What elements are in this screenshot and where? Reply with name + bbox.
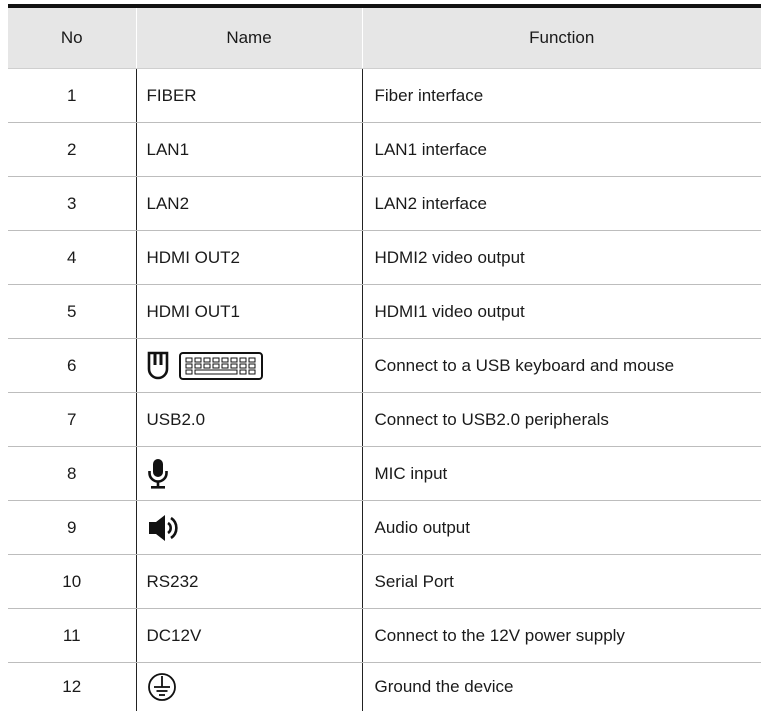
row-name: DC12V	[135, 608, 363, 663]
row-function: Connect to the 12V power supply	[362, 608, 761, 663]
header-name: Name	[135, 6, 362, 69]
row-function: HDMI1 video output	[362, 284, 761, 339]
row-number: 5	[8, 284, 136, 339]
table-row: 10 RS232 Serial Port	[8, 554, 761, 609]
row-function: LAN1 interface	[362, 122, 761, 177]
row-function: LAN2 interface	[362, 176, 761, 231]
row-function: Ground the device	[374, 677, 514, 696]
row-name-icons	[135, 500, 363, 555]
row-function: Serial Port	[362, 554, 761, 609]
table-row: 8 MIC input	[8, 446, 761, 501]
table-row: 12 Ground the device	[8, 662, 761, 711]
row-number: 4	[8, 230, 136, 285]
mouse-icon	[147, 351, 169, 381]
microphone-icon	[147, 458, 169, 490]
row-name: HDMI OUT1	[135, 284, 363, 339]
table-header-row: No Name Function	[8, 6, 761, 69]
row-number: 2	[8, 122, 136, 177]
row-name: USB2.0	[135, 392, 363, 447]
row-name-icons	[135, 338, 363, 393]
row-name-icons	[135, 446, 363, 501]
table-row: 7 USB2.0 Connect to USB2.0 peripherals	[8, 392, 761, 447]
row-function: HDMI2 video output	[362, 230, 761, 285]
table-row: 5 HDMI OUT1 HDMI1 video output	[8, 284, 761, 339]
row-name-icons	[135, 662, 363, 711]
header-no: No	[8, 6, 136, 69]
row-function: Connect to USB2.0 peripherals	[362, 392, 761, 447]
table-row: 11 DC12V Connect to the 12V power supply	[8, 608, 761, 663]
row-number: 12	[62, 677, 82, 696]
keyboard-icon	[179, 351, 264, 380]
row-number: 7	[8, 392, 136, 447]
row-name: LAN1	[135, 122, 363, 177]
row-name: LAN2	[135, 176, 363, 231]
table-row: 2 LAN1 LAN1 interface	[8, 122, 761, 177]
row-name: FIBER	[135, 68, 363, 123]
table-row: 3 LAN2 LAN2 interface	[8, 176, 761, 231]
row-function: Connect to a USB keyboard and mouse	[362, 338, 761, 393]
row-number: 1	[8, 68, 136, 123]
row-number: 6	[8, 338, 136, 393]
row-name: HDMI OUT2	[135, 230, 363, 285]
row-number: 9	[8, 500, 136, 555]
row-function: Audio output	[362, 500, 761, 555]
ground-icon	[147, 672, 177, 702]
table-row: 9 Audio output	[8, 500, 761, 555]
table-row: 6 Connect to a USB keyboard and mouse	[8, 338, 761, 393]
table-row: 4 HDMI OUT2 HDMI2 video output	[8, 230, 761, 285]
table-row: 1 FIBER Fiber interface	[8, 68, 761, 123]
row-number: 10	[8, 554, 136, 609]
row-number: 3	[8, 176, 136, 231]
row-number: 11	[8, 608, 136, 663]
speaker-icon	[147, 513, 179, 543]
row-name: RS232	[135, 554, 363, 609]
header-function: Function	[361, 6, 761, 69]
row-function: Fiber interface	[362, 68, 761, 123]
row-function: MIC input	[362, 446, 761, 501]
ports-table: No Name Function 1 FIBER Fiber interface…	[8, 4, 761, 711]
ports-table-container: No Name Function 1 FIBER Fiber interface…	[8, 4, 761, 711]
row-number: 8	[8, 446, 136, 501]
